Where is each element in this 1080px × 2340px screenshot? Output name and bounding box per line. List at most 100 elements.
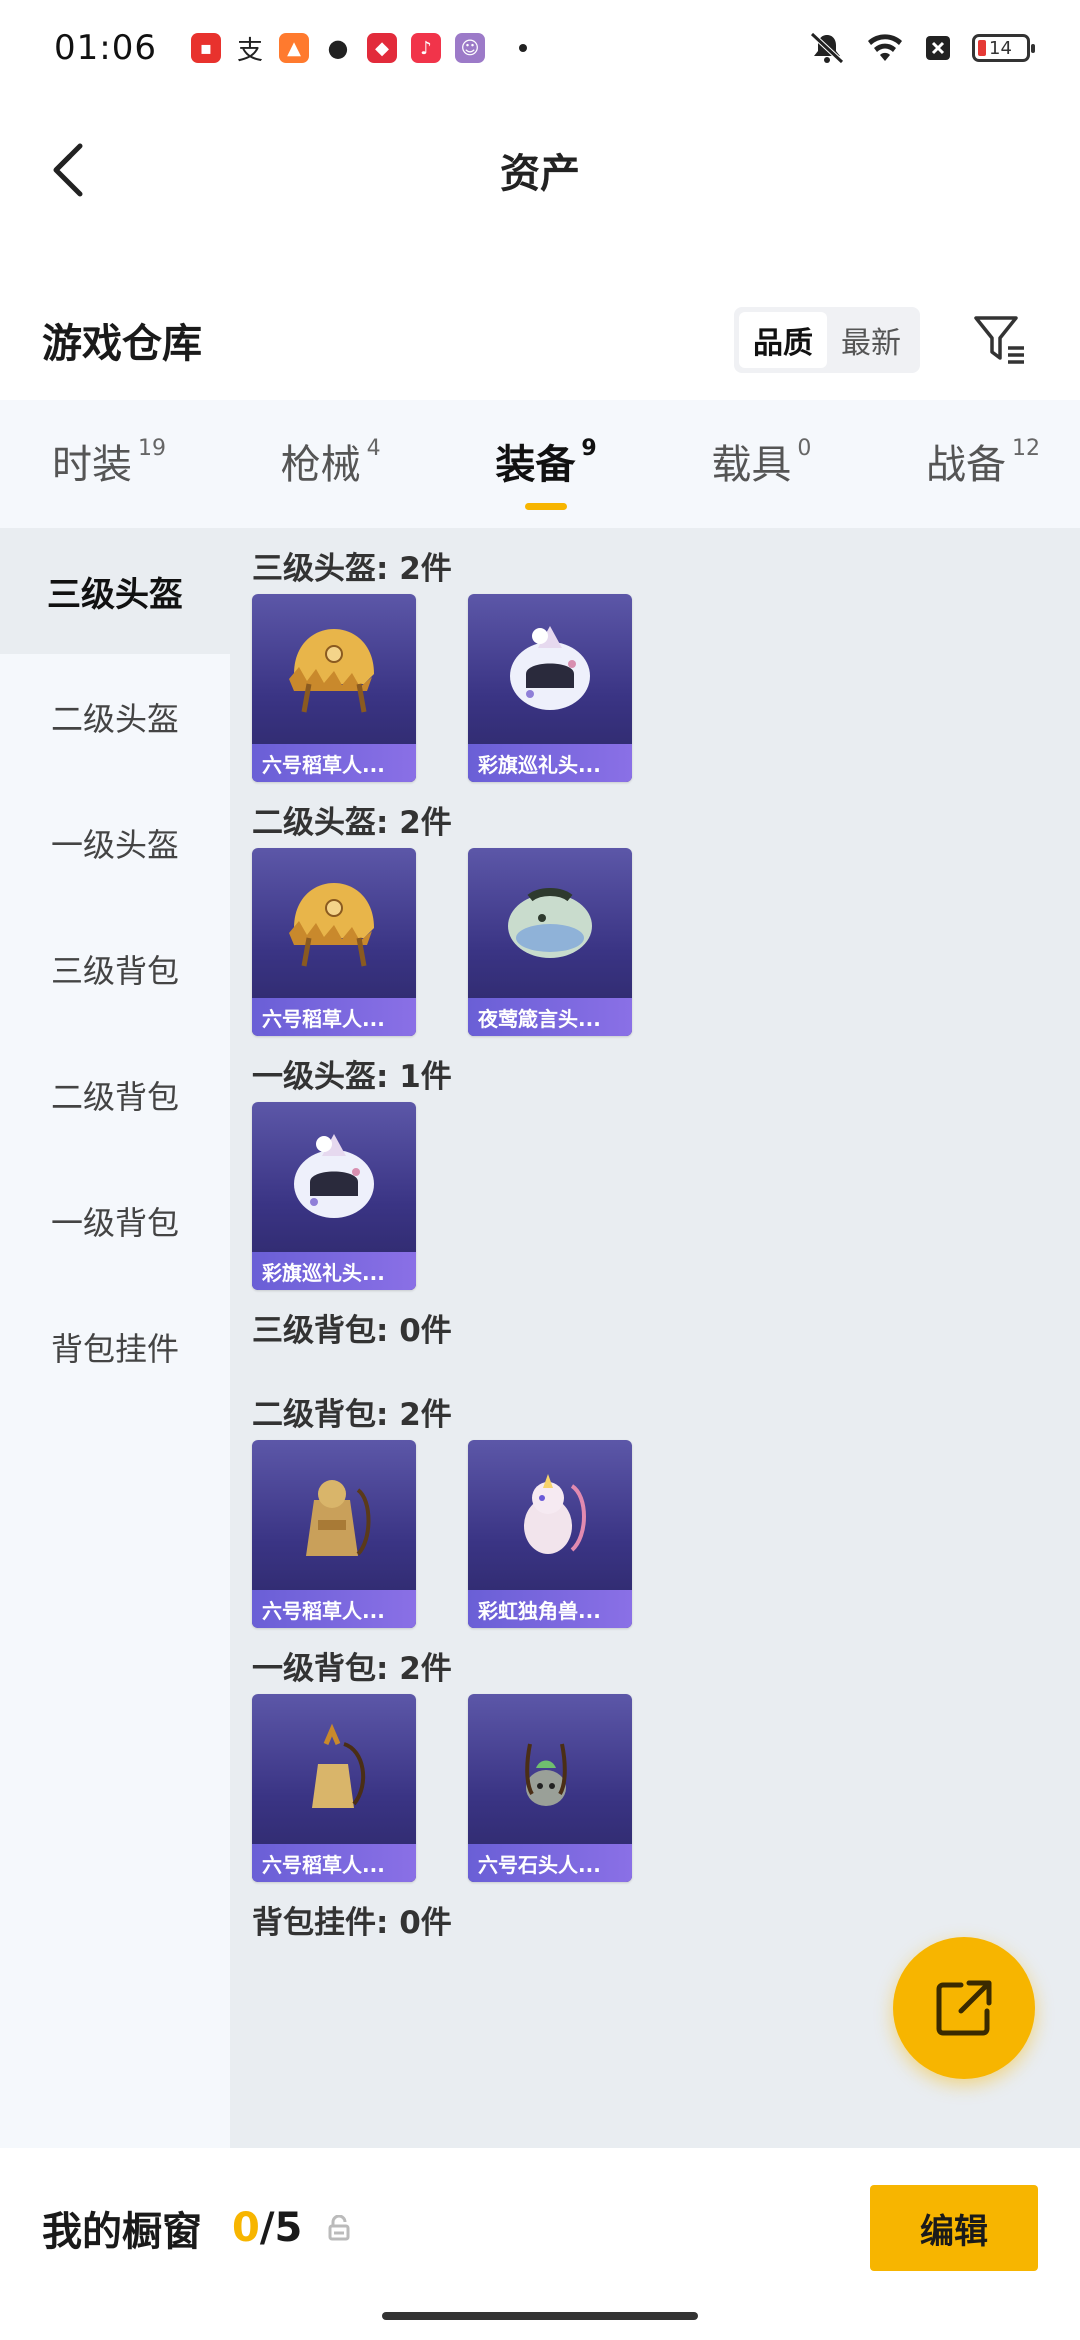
showcase-current: 0: [232, 2205, 260, 2251]
item-card[interactable]: 彩虹独角兽...: [468, 1440, 632, 1628]
tab-fashion[interactable]: 时装 19: [52, 432, 166, 496]
notification-icons: ▪ 支 ▲ ● ◆ ♪ ☺: [190, 33, 527, 66]
item-group: 二级头盔: 2件六号稻草人... 夜莺箴言头...: [252, 796, 1080, 1036]
item-group: 三级头盔: 2件六号稻草人... 彩旗巡礼头...: [252, 542, 1080, 782]
sort-quality-button[interactable]: 品质: [739, 312, 827, 368]
item-image: [252, 1694, 416, 1844]
tab-label: 战备: [926, 442, 1006, 488]
item-name: 六号稻草人...: [262, 1006, 385, 1031]
avatar-app-icon: ☺: [454, 33, 485, 63]
wechat-icon: ●: [322, 33, 353, 63]
item-group: 三级背包: 0件: [252, 1304, 1080, 1388]
red-app-icon: ◆: [366, 33, 397, 63]
tab-count: 12: [1012, 436, 1040, 461]
back-button[interactable]: [38, 140, 98, 200]
category-tabs: 时装 19 枪械 4 装备 9 载具 0 战备 12: [0, 400, 1080, 528]
tab-count: 19: [138, 436, 166, 461]
wifi-icon: [868, 34, 902, 61]
system-icons: 14: [808, 31, 1035, 65]
item-name: 六号稻草人...: [262, 1852, 385, 1877]
empty-spacer: [252, 1350, 1080, 1388]
item-name-bar: 六号稻草人...: [252, 744, 416, 782]
item-name-bar: 彩虹独角兽...: [468, 1590, 632, 1628]
showcase-label: 我的橱窗: [42, 2209, 202, 2255]
item-name-bar: 彩旗巡礼头...: [252, 1252, 416, 1290]
item-name-bar: 六号稻草人...: [252, 998, 416, 1036]
tab-equipment[interactable]: 装备 9: [495, 432, 597, 510]
showcase-max: 5: [274, 2205, 303, 2251]
item-image: [252, 1440, 416, 1590]
item-card[interactable]: 彩旗巡礼头...: [252, 1102, 416, 1290]
tab-gear[interactable]: 战备 12: [926, 432, 1040, 496]
item-name-bar: 夜莺箴言头...: [468, 998, 632, 1036]
item-name: 六号石头人...: [478, 1852, 601, 1877]
edit-button[interactable]: 编辑: [870, 2185, 1038, 2271]
battery-level: 14: [989, 37, 1012, 59]
tab-vehicles[interactable]: 载具 0: [711, 432, 811, 496]
sidebar-item-level3-helmet[interactable]: 三级头盔: [0, 528, 230, 654]
item-card[interactable]: 六号稻草人...: [252, 1694, 416, 1882]
item-group: 二级背包: 2件 六号稻草人... 彩虹独角兽...: [252, 1388, 1080, 1628]
item-name: 六号稻草人...: [262, 752, 385, 777]
music-app-icon: ♪: [410, 33, 441, 63]
chevron-left-icon: [53, 143, 83, 197]
item-row: 六号稻草人... 夜莺箴言头...: [252, 848, 1080, 1036]
game-app-icon: ▲: [278, 33, 309, 63]
status-time: 01:06: [54, 28, 157, 68]
equipment-body: 三级头盔 二级头盔 一级头盔 三级背包 二级背包 一级背包 背包挂件 三级头盔:…: [0, 528, 1080, 2148]
sidebar-item-level1-backpack[interactable]: 一级背包: [0, 1158, 230, 1284]
warehouse-header: 游戏仓库 品质 最新: [0, 290, 1080, 390]
sidebar-item-level1-helmet[interactable]: 一级头盔: [0, 780, 230, 906]
item-name-bar: 六号石头人...: [468, 1844, 632, 1882]
page-title: 资产: [500, 151, 580, 197]
tab-label: 装备: [495, 442, 576, 488]
tab-count: 9: [581, 436, 597, 461]
filter-icon: [974, 316, 1024, 364]
item-card[interactable]: 六号石头人...: [468, 1694, 632, 1882]
item-card[interactable]: 夜莺箴言头...: [468, 848, 632, 1036]
group-title: 一级头盔: 1件: [252, 1058, 452, 1095]
tab-label: 枪械: [280, 442, 361, 488]
item-name: 彩旗巡礼头...: [478, 752, 601, 777]
filter-button[interactable]: [970, 310, 1030, 370]
showcase-separator: /: [259, 2205, 275, 2251]
item-row: 六号稻草人... 彩旗巡礼头...: [252, 594, 1080, 782]
sidebar-item-backpack-charm[interactable]: 背包挂件: [0, 1284, 230, 1410]
item-image: [468, 1440, 632, 1590]
item-card[interactable]: 六号稻草人...: [252, 1440, 416, 1628]
sidebar-item-level3-backpack[interactable]: 三级背包: [0, 906, 230, 1032]
sidebar-item-level2-backpack[interactable]: 二级背包: [0, 1032, 230, 1158]
external-link-icon: [936, 1980, 992, 2036]
group-title: 三级头盔: 2件: [252, 550, 452, 587]
tab-label: 载具: [711, 442, 792, 488]
item-card[interactable]: 彩旗巡礼头...: [468, 594, 632, 782]
item-name: 六号稻草人...: [262, 1598, 385, 1623]
tab-count: 0: [797, 436, 812, 461]
tab-firearms[interactable]: 枪械 4: [281, 432, 381, 496]
item-name-bar: 六号稻草人...: [252, 1844, 416, 1882]
item-image: [252, 848, 416, 998]
item-list: 三级头盔: 2件 六号稻草人... 彩旗巡礼头... 二级头盔: 2件 六号稻草人...…: [230, 528, 1080, 2148]
item-card[interactable]: 六号稻草人...: [252, 594, 416, 782]
battery-icon: 14: [972, 34, 1035, 62]
section-title: 游戏仓库: [42, 321, 202, 367]
sidebar-item-level2-helmet[interactable]: 二级头盔: [0, 654, 230, 780]
sort-latest-button[interactable]: 最新: [827, 312, 915, 368]
item-row: 彩旗巡礼头...: [252, 1102, 1080, 1290]
more-notifications-icon: [518, 44, 527, 52]
showcase-footer: 我的橱窗 0 / 5 编辑: [0, 2148, 1080, 2308]
active-tab-indicator: [525, 503, 568, 510]
top-app-bar: 资产: [0, 110, 1080, 230]
tab-count: 4: [366, 436, 381, 461]
battery-fill: [978, 40, 986, 56]
share-button[interactable]: [893, 1937, 1035, 2079]
app-notification-icon: ▪: [190, 33, 221, 63]
sim-icon: [926, 36, 950, 60]
alipay-icon: 支: [234, 33, 265, 66]
item-image: [468, 848, 632, 998]
item-name: 彩旗巡礼头...: [262, 1260, 385, 1285]
group-title: 三级背包: 0件: [252, 1312, 452, 1349]
group-title: 二级头盔: 2件: [252, 804, 452, 841]
item-image: [468, 1694, 632, 1844]
item-card[interactable]: 六号稻草人...: [252, 848, 416, 1036]
